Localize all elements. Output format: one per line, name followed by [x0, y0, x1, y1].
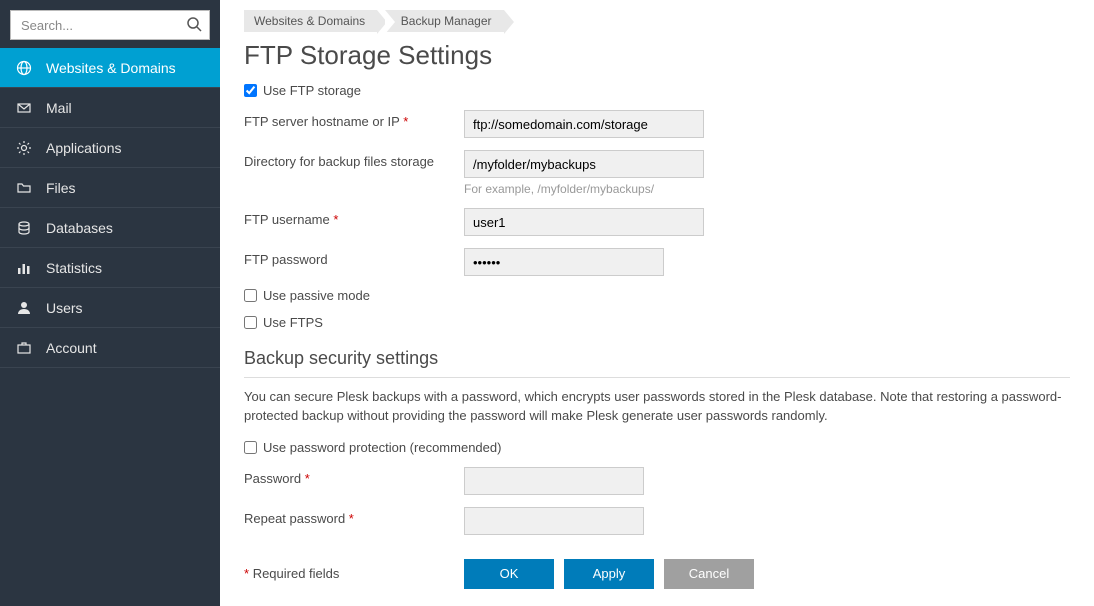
use-ftp-checkbox[interactable]	[244, 84, 257, 97]
ok-button[interactable]: OK	[464, 559, 554, 589]
apply-button[interactable]: Apply	[564, 559, 654, 589]
username-label: FTP username *	[244, 208, 464, 227]
database-icon	[14, 220, 34, 236]
password-protection-checkbox-label[interactable]: Use password protection (recommended)	[244, 440, 501, 455]
security-password-input[interactable]	[464, 467, 644, 495]
breadcrumb-item[interactable]: Backup Manager	[385, 10, 504, 32]
sidebar-item-applications[interactable]: Applications	[0, 128, 220, 168]
briefcase-icon	[14, 340, 34, 356]
search-icon	[186, 16, 202, 32]
sidebar-item-label: Account	[46, 340, 97, 356]
breadcrumb-item[interactable]: Websites & Domains	[244, 10, 377, 32]
sidebar-item-label: Databases	[46, 220, 113, 236]
required-asterisk: *	[403, 114, 408, 129]
sidebar-item-websites-domains[interactable]: Websites & Domains	[0, 48, 220, 88]
sidebar-item-label: Websites & Domains	[46, 60, 176, 76]
sidebar-item-files[interactable]: Files	[0, 168, 220, 208]
sidebar-item-label: Statistics	[46, 260, 102, 276]
ftps-checkbox-label[interactable]: Use FTPS	[244, 315, 323, 330]
ftp-password-label: FTP password	[244, 248, 464, 267]
passive-mode-checkbox[interactable]	[244, 289, 257, 302]
use-ftp-checkbox-label[interactable]: Use FTP storage	[244, 83, 361, 98]
security-password-label: Password *	[244, 467, 464, 486]
cancel-button[interactable]: Cancel	[664, 559, 754, 589]
directory-input[interactable]	[464, 150, 704, 178]
mail-icon	[14, 100, 34, 116]
security-section-title: Backup security settings	[244, 348, 1070, 369]
ftps-checkbox[interactable]	[244, 316, 257, 329]
repeat-password-input[interactable]	[464, 507, 644, 535]
bar-chart-icon	[14, 260, 34, 276]
sidebar-item-label: Applications	[46, 140, 122, 156]
sidebar-item-label: Users	[46, 300, 83, 316]
required-asterisk: *	[305, 471, 310, 486]
password-protection-checkbox[interactable]	[244, 441, 257, 454]
sidebar-item-label: Mail	[46, 100, 72, 116]
hostname-input[interactable]	[464, 110, 704, 138]
user-icon	[14, 300, 34, 316]
sidebar-item-mail[interactable]: Mail	[0, 88, 220, 128]
required-asterisk: *	[333, 212, 338, 227]
required-asterisk: *	[349, 511, 354, 526]
passive-mode-checkbox-label[interactable]: Use passive mode	[244, 288, 370, 303]
ftp-password-input[interactable]	[464, 248, 664, 276]
hostname-label: FTP server hostname or IP *	[244, 110, 464, 129]
directory-label: Directory for backup files storage	[244, 150, 464, 169]
folder-icon	[14, 180, 34, 196]
main-content: Websites & Domains Backup Manager FTP St…	[220, 0, 1094, 606]
sidebar-item-databases[interactable]: Databases	[0, 208, 220, 248]
sidebar: Websites & Domains Mail Applications Fil…	[0, 0, 220, 606]
sidebar-item-statistics[interactable]: Statistics	[0, 248, 220, 288]
username-input[interactable]	[464, 208, 704, 236]
search-input[interactable]	[10, 10, 210, 40]
sidebar-item-label: Files	[46, 180, 76, 196]
security-description: You can secure Plesk backups with a pass…	[244, 388, 1070, 426]
password-protection-label-text: Use password protection (recommended)	[263, 440, 501, 455]
sidebar-item-account[interactable]: Account	[0, 328, 220, 368]
sidebar-item-users[interactable]: Users	[0, 288, 220, 328]
globe-icon	[14, 60, 34, 76]
directory-hint: For example, /myfolder/mybackups/	[464, 182, 704, 196]
required-fields-note: * Required fields	[244, 566, 464, 581]
gear-icon	[14, 140, 34, 156]
page-title: FTP Storage Settings	[244, 40, 1070, 71]
repeat-password-label: Repeat password *	[244, 507, 464, 526]
breadcrumb: Websites & Domains Backup Manager	[244, 10, 1070, 32]
passive-mode-label-text: Use passive mode	[263, 288, 370, 303]
ftps-label-text: Use FTPS	[263, 315, 323, 330]
use-ftp-label-text: Use FTP storage	[263, 83, 361, 98]
